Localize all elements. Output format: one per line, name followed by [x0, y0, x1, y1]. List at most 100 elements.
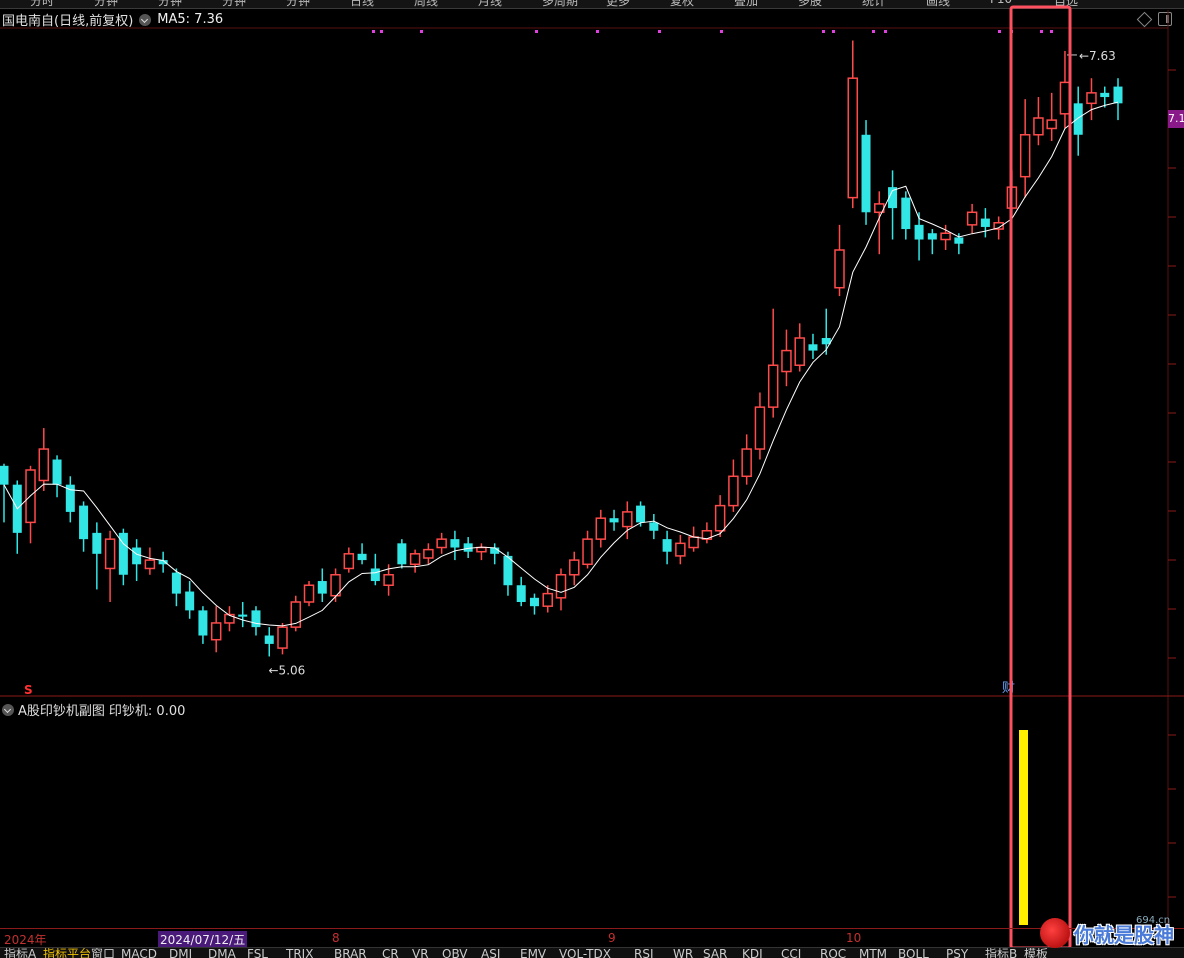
candle-body [144, 559, 156, 570]
signal-dot [658, 30, 661, 33]
candle-body [92, 532, 102, 554]
candle-body [409, 553, 421, 566]
watermark: 你就是股神 [1040, 918, 1174, 948]
candle-body [954, 237, 964, 244]
candle-body [79, 505, 89, 540]
candle-body [582, 538, 593, 566]
candle-body [1033, 117, 1044, 136]
signal-dot [380, 30, 383, 33]
candle-body [847, 77, 859, 199]
subchart-title[interactable]: A股印钞机副图 [18, 700, 105, 719]
candle-body [317, 581, 327, 594]
candle-body [264, 635, 274, 644]
candle-body [662, 539, 672, 552]
candle-body [476, 546, 487, 553]
candle-body [1073, 103, 1083, 135]
candle-body [357, 553, 367, 561]
candle-body [980, 218, 990, 227]
date-axis: 2024年 2024/07/12/五 8 9 10 [0, 928, 1184, 948]
candle-body [343, 553, 355, 570]
candle-body [529, 597, 539, 607]
candle-body [251, 610, 261, 628]
candle-body [132, 547, 142, 565]
candle-body [185, 591, 195, 611]
candle-body [210, 622, 222, 641]
candle-body [714, 504, 726, 532]
candle-body [861, 134, 871, 213]
candle-body [104, 538, 116, 570]
signal-dot [720, 30, 723, 33]
candle-body [423, 548, 434, 559]
price-tag: 7.1 [1168, 110, 1184, 128]
signal-dot [420, 30, 423, 33]
year-label: 2024年 [4, 933, 47, 947]
selected-date: 2024/07/12/五 [158, 931, 248, 948]
candle-body [781, 349, 792, 373]
candle-body [516, 585, 526, 602]
candle-body [383, 574, 394, 586]
high-price-label: ←7.63 [1079, 49, 1116, 63]
candle-body [636, 505, 646, 523]
candle-body [940, 232, 951, 241]
signal-dot [1050, 30, 1053, 33]
candle-body [767, 364, 779, 408]
signal-dot [998, 30, 1001, 33]
candle-body [808, 344, 818, 351]
candle-body [609, 518, 619, 523]
ma5-line [3, 101, 1119, 627]
subchart-header: A股印钞机副图 印钞机: 0.00 [2, 700, 185, 719]
candle-body [1100, 92, 1110, 98]
candle-body [238, 614, 248, 617]
candle-body [52, 459, 62, 485]
candle-body [901, 197, 911, 230]
candle-body [688, 536, 699, 549]
candle-body [754, 406, 766, 450]
candle-body [38, 448, 50, 482]
signal-dot [832, 30, 835, 33]
kline-chart[interactable]: ←7.63 ←5.06 S 财 [0, 0, 1184, 957]
candle-body [794, 337, 805, 366]
candle-body [966, 211, 978, 226]
candle-body [463, 543, 473, 552]
candle-body [569, 559, 580, 576]
candle-body [595, 517, 607, 540]
signal-dot [535, 30, 538, 33]
watermark-text: 你就是股神 [1074, 922, 1174, 947]
candle-body [741, 448, 752, 478]
low-price-label: ←5.06 [269, 663, 306, 677]
candle-body [728, 475, 739, 507]
subchart-value: 印钞机: 0.00 [108, 704, 186, 719]
candle-body [555, 574, 567, 599]
month-label: 10 [846, 931, 862, 945]
s-marker: S [24, 683, 33, 697]
signal-dot [1040, 30, 1043, 33]
signal-dot [372, 30, 375, 33]
watermark-logo-icon [1040, 918, 1070, 948]
candle-body [542, 592, 553, 607]
candle-body [622, 511, 633, 528]
candle-body [397, 543, 407, 565]
signal-dot [872, 30, 875, 33]
signal-bar [1019, 730, 1028, 925]
candle-body [436, 538, 447, 549]
month-label: 9 [608, 931, 616, 945]
candle-body [834, 249, 845, 289]
indicator-tabbar: 指标A 指标平台 窗口 MACD DMI DMA FSL TRIX BRAR CR VR OBV ASI… [0, 947, 1184, 958]
candle-body [927, 233, 937, 240]
candle-body [914, 224, 924, 240]
candle-body [675, 542, 686, 557]
signal-dot [596, 30, 599, 33]
candle-body [198, 610, 208, 636]
candle-body [450, 539, 460, 548]
candle-body [171, 572, 181, 594]
chevron-down-icon[interactable] [2, 703, 14, 716]
candle-body [0, 465, 9, 485]
candle-body [370, 568, 380, 582]
candle-body [303, 584, 315, 603]
signal-dot [822, 30, 825, 33]
cai-marker: 财 [1002, 681, 1015, 696]
candle-body [1019, 134, 1031, 178]
month-label: 8 [332, 931, 340, 945]
candle-body [649, 522, 659, 531]
candle-body [1059, 81, 1071, 115]
